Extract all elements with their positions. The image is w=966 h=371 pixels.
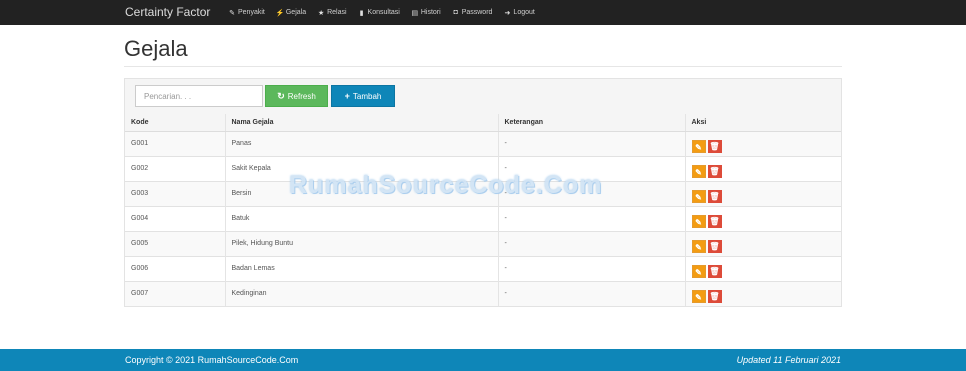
- cell-nama: Badan Lemas: [225, 255, 499, 281]
- nav-item-histori[interactable]: ▤ Histori: [411, 0, 441, 25]
- cell-nama: Kedinginan: [225, 280, 499, 306]
- cell-keterangan: -: [498, 255, 686, 281]
- gejala-table: Kode Nama Gejala Keterangan Aksi G001 Pa…: [125, 114, 841, 306]
- search-input[interactable]: [135, 85, 263, 107]
- brand-link[interactable]: Certainty Factor: [125, 0, 210, 25]
- nav-menu: ✎ Penyakit ⚡ Gejala ★ Relasi ▮ Konsultas…: [228, 0, 546, 25]
- nav-item-penyakit[interactable]: ✎ Penyakit: [228, 0, 265, 25]
- trash-icon[interactable]: 🗑: [707, 214, 722, 228]
- edit-icon[interactable]: ✎: [691, 289, 706, 303]
- add-button-label: Tambah: [352, 91, 382, 101]
- refresh-button[interactable]: ↻ Refresh: [265, 85, 328, 107]
- cell-kode: G004: [125, 205, 226, 231]
- edit-icon[interactable]: ✎: [691, 139, 706, 153]
- lock-icon: ◘: [453, 9, 458, 16]
- nav-item-label: Logout: [513, 9, 535, 16]
- cell-nama: Panas: [225, 130, 499, 156]
- nav-item-konsultasi[interactable]: ▮ Konsultasi: [358, 0, 400, 25]
- nav-item-label: Histori: [420, 9, 441, 16]
- trash-icon[interactable]: 🗑: [707, 189, 722, 203]
- cell-nama: Batuk: [225, 205, 499, 231]
- cell-kode: G006: [125, 255, 226, 281]
- table-row: G004 Batuk - ✎ 🗑: [125, 205, 841, 231]
- cell-kode: G007: [125, 280, 226, 306]
- page-footer: Copyright © 2021 RumahSourceCode.Com Upd…: [0, 349, 966, 371]
- nav-item-label: Penyakit: [238, 9, 265, 16]
- cell-keterangan: -: [498, 230, 686, 256]
- nav-item-relasi[interactable]: ★ Relasi: [317, 0, 347, 25]
- table-header-row: Kode Nama Gejala Keterangan Aksi: [125, 114, 841, 132]
- trash-icon[interactable]: 🗑: [707, 289, 722, 303]
- col-header-kode: Kode: [125, 114, 226, 132]
- plus-icon: +: [344, 91, 350, 101]
- cell-aksi: ✎ 🗑: [685, 180, 841, 206]
- nav-item-label: Gejala: [285, 9, 307, 16]
- bar-chart-icon: ▮: [359, 9, 364, 17]
- cell-keterangan: -: [498, 280, 686, 306]
- list-icon: ▤: [411, 9, 419, 17]
- edit-icon[interactable]: ✎: [691, 214, 706, 228]
- flash-icon: ⚡: [275, 9, 285, 17]
- cell-kode: G002: [125, 155, 226, 181]
- cell-kode: G003: [125, 180, 226, 206]
- nav-item-logout[interactable]: ➜ Logout: [503, 0, 534, 25]
- refresh-button-label: Refresh: [287, 91, 316, 101]
- nav-item-gejala[interactable]: ⚡ Gejala: [276, 0, 306, 25]
- add-button[interactable]: + Tambah: [331, 85, 395, 107]
- watermark: RumahSourceCode.Com: [289, 171, 603, 199]
- logout-icon: ➜: [504, 9, 511, 17]
- trash-icon[interactable]: 🗑: [707, 164, 722, 178]
- cell-aksi: ✎ 🗑: [685, 205, 841, 231]
- table-row: G001 Panas - ✎ 🗑: [125, 130, 841, 156]
- trash-icon[interactable]: 🗑: [707, 139, 722, 153]
- col-header-keterangan: Keterangan: [498, 114, 686, 132]
- cell-keterangan: -: [498, 130, 686, 156]
- footer-updated: Updated 11 Februari 2021: [736, 355, 841, 365]
- cell-aksi: ✎ 🗑: [685, 155, 841, 181]
- nav-item-label: Password: [461, 9, 493, 16]
- title-divider: [124, 66, 842, 67]
- page-title: Gejala: [124, 36, 188, 61]
- trash-icon[interactable]: 🗑: [707, 239, 722, 253]
- nav-item-label: Relasi: [327, 9, 347, 16]
- cell-keterangan: -: [498, 205, 686, 231]
- table-row: G006 Badan Lemas - ✎ 🗑: [125, 255, 841, 281]
- trash-icon[interactable]: 🗑: [707, 264, 722, 278]
- cell-kode: G005: [125, 230, 226, 256]
- cell-kode: G001: [125, 130, 226, 156]
- star-icon: ★: [317, 9, 325, 17]
- edit-icon[interactable]: ✎: [691, 239, 706, 253]
- cell-aksi: ✎ 🗑: [685, 280, 841, 306]
- top-navbar: Certainty Factor ✎ Penyakit ⚡ Gejala ★ R…: [0, 0, 966, 25]
- edit-icon[interactable]: ✎: [691, 164, 706, 178]
- cell-nama: Pilek, Hidung Buntu: [225, 230, 499, 256]
- table-row: G007 Kedinginan - ✎ 🗑: [125, 280, 841, 306]
- cell-aksi: ✎ 🗑: [685, 130, 841, 156]
- nav-item-password[interactable]: ◘ Password: [452, 0, 493, 25]
- refresh-icon: ↻: [277, 90, 285, 101]
- edit-icon[interactable]: ✎: [691, 189, 706, 203]
- edit-icon[interactable]: ✎: [691, 264, 706, 278]
- col-header-aksi: Aksi: [685, 114, 841, 132]
- table-row: G005 Pilek, Hidung Buntu - ✎ 🗑: [125, 230, 841, 256]
- pencil-icon: ✎: [229, 9, 235, 17]
- nav-item-label: Konsultasi: [367, 9, 400, 16]
- col-header-nama: Nama Gejala: [225, 114, 499, 132]
- footer-copyright: Copyright © 2021 RumahSourceCode.Com: [125, 355, 299, 365]
- cell-aksi: ✎ 🗑: [685, 230, 841, 256]
- cell-aksi: ✎ 🗑: [685, 255, 841, 281]
